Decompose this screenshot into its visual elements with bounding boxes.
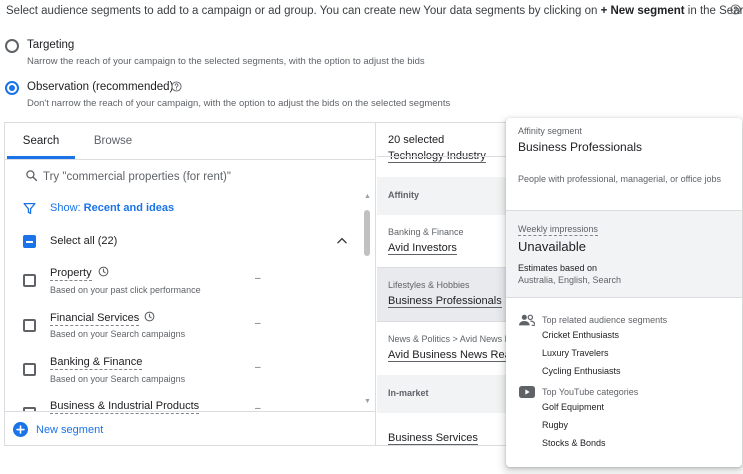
segment-name[interactable]: Financial Services xyxy=(50,312,140,326)
clock-icon xyxy=(98,266,109,280)
youtube-category: Rugby xyxy=(542,420,569,430)
impressions-label: Weekly impressions xyxy=(518,224,598,236)
observation-radio[interactable] xyxy=(5,81,19,95)
youtube-category: Stocks & Bonds xyxy=(542,438,606,448)
observation-description: Don't narrow the reach of your campaign,… xyxy=(27,98,451,109)
tab-browse[interactable]: Browse xyxy=(81,123,145,159)
segment-checkbox[interactable] xyxy=(23,363,36,376)
segment-details-tooltip: Affinity segment Business Professionals … xyxy=(506,118,742,467)
segment-description: Based on your past click performance xyxy=(50,285,201,295)
tooltip-description: People with professional, managerial, or… xyxy=(518,174,721,184)
impressions-value: Unavailable xyxy=(518,239,586,254)
tab-search[interactable]: Search xyxy=(7,123,75,159)
select-all-checkbox[interactable] xyxy=(23,235,36,248)
youtube-category: Golf Equipment xyxy=(542,402,605,412)
tooltip-title: Business Professionals xyxy=(518,140,643,154)
help-icon[interactable] xyxy=(730,4,741,18)
segment-name[interactable]: Property xyxy=(50,267,92,281)
chevron-up-icon[interactable] xyxy=(335,234,349,251)
targeting-description: Narrow the reach of your campaign to the… xyxy=(27,56,425,67)
clock-icon xyxy=(144,311,155,325)
segment-description: Based on your Search campaigns xyxy=(50,374,186,384)
segment-value: – xyxy=(255,273,261,284)
scroll-up-icon[interactable]: ▲ xyxy=(364,193,371,200)
segment-value: – xyxy=(255,403,261,414)
search-icon xyxy=(25,169,38,185)
people-icon xyxy=(519,314,536,329)
segment-checkbox[interactable] xyxy=(23,319,36,332)
selected-item-category: Banking & Finance xyxy=(388,227,464,237)
footer-divider xyxy=(5,411,376,412)
related-segment: Cycling Enthusiasts xyxy=(542,366,621,376)
filter-icon[interactable] xyxy=(23,202,36,218)
selected-item-name[interactable]: Business Services xyxy=(388,432,478,445)
tooltip-type-label: Affinity segment xyxy=(518,126,582,136)
scroll-thumb[interactable] xyxy=(364,210,370,256)
observation-help-icon[interactable] xyxy=(171,81,182,95)
youtube-icon xyxy=(519,386,535,401)
plus-icon[interactable] xyxy=(13,422,28,440)
selected-count: 20 selected xyxy=(388,134,445,146)
related-segment: Luxury Travelers xyxy=(542,348,609,358)
selected-item-name[interactable]: Business Professionals xyxy=(388,295,502,308)
segment-name[interactable]: Banking & Finance xyxy=(50,356,143,370)
show-filter[interactable]: Show: Recent and ideas xyxy=(50,202,174,214)
new-segment-button[interactable]: New segment xyxy=(36,424,103,436)
targeting-title: Targeting xyxy=(27,39,75,51)
intro-text: Select audience segments to add to a cam… xyxy=(6,5,743,17)
related-segments-title: Top related audience segments xyxy=(542,315,668,325)
estimates-value: Australia, English, Search xyxy=(518,275,622,285)
impressions-block: Weekly impressions Unavailable Estimates… xyxy=(506,210,742,298)
estimates-label: Estimates based on xyxy=(518,263,598,273)
scrollbar[interactable]: ▲ ▼ xyxy=(362,193,372,407)
tab-divider xyxy=(5,159,376,160)
related-segment: Cricket Enthusiasts xyxy=(542,330,620,340)
selected-item-category: Lifestyles & Hobbies xyxy=(388,280,470,290)
targeting-radio[interactable] xyxy=(5,39,19,53)
scroll-down-icon[interactable]: ▼ xyxy=(364,398,371,405)
observation-title: Observation (recommended) xyxy=(27,81,174,93)
select-all-label: Select all (22) xyxy=(50,235,118,247)
search-pane: Search Browse Show: Recent and ideas Sel… xyxy=(5,123,376,445)
selected-item-name[interactable]: Avid Investors xyxy=(388,242,457,255)
segment-value: – xyxy=(255,362,261,373)
segment-value: – xyxy=(255,318,261,329)
youtube-categories-title: Top YouTube categories xyxy=(542,387,639,397)
search-input[interactable] xyxy=(43,166,343,188)
segment-description: Based on your Search campaigns xyxy=(50,329,186,339)
segment-checkbox[interactable] xyxy=(23,274,36,287)
